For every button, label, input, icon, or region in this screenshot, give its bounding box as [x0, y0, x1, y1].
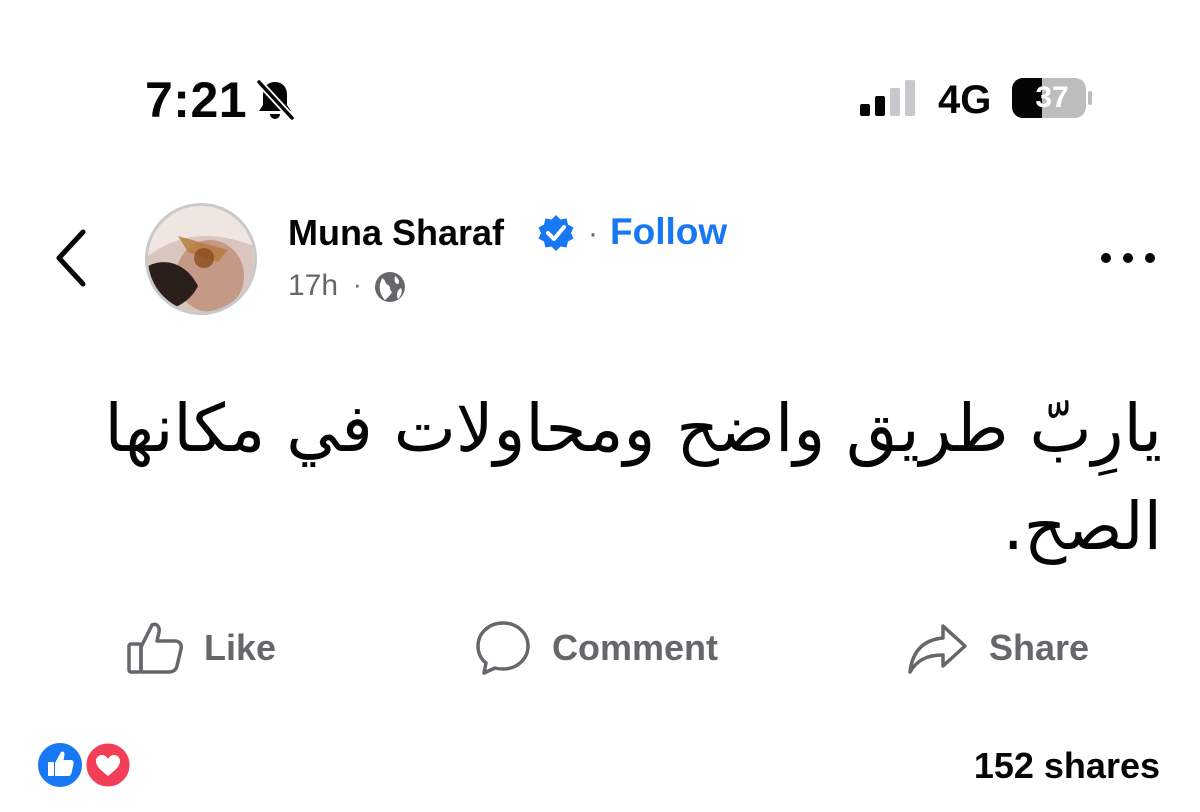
status-time: 7:21	[145, 72, 248, 128]
like-button[interactable]: Like	[126, 618, 276, 678]
globe-icon	[375, 272, 405, 302]
reaction-icons[interactable]	[36, 740, 136, 790]
network-type: 4G	[938, 78, 992, 122]
share-icon	[908, 624, 967, 674]
like-reaction-icon	[36, 741, 84, 789]
author-name[interactable]: Muna Sharaf	[288, 212, 504, 254]
follow-button[interactable]: Follow	[610, 210, 727, 254]
post-time[interactable]: 17h	[288, 268, 338, 304]
comment-icon	[476, 621, 530, 675]
shares-count[interactable]: 152 shares	[974, 744, 1160, 788]
back-chevron-icon[interactable]	[55, 228, 87, 288]
header-separator: ·	[588, 217, 598, 250]
signal-icon	[860, 80, 915, 116]
verified-badge-icon	[538, 215, 574, 251]
battery-level: 37	[1035, 81, 1069, 114]
comment-button[interactable]: Comment	[474, 618, 718, 678]
love-reaction-icon	[83, 740, 133, 790]
like-icon	[127, 622, 183, 674]
avatar[interactable]	[145, 203, 257, 315]
comment-label: Comment	[552, 627, 719, 668]
like-label: Like	[204, 627, 277, 668]
avatar-photo	[148, 206, 254, 312]
bell-slash-icon	[256, 79, 295, 121]
post-text: يارِبّ طريق واضح ومحاولات في مكانها الصح…	[104, 390, 1162, 565]
time-separator: ·	[353, 269, 362, 299]
share-label: Share	[989, 627, 1090, 668]
share-button[interactable]: Share	[907, 618, 1089, 678]
more-icon[interactable]	[1098, 248, 1158, 268]
